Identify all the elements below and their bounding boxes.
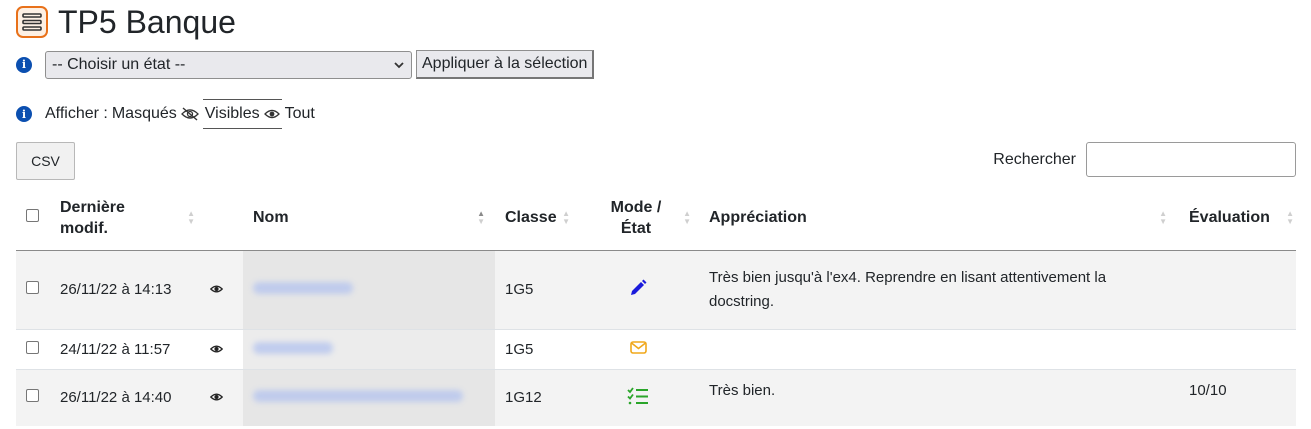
row-visibility-cell	[190, 328, 243, 369]
table-row[interactable]: 26/11/22 à 14:13 1G5 Très bien jusqu'à l…	[16, 249, 1296, 329]
row-date: 24/11/22 à 11:57	[50, 328, 190, 369]
eye-icon	[263, 109, 280, 119]
filter-masked-label: Masqués	[111, 105, 177, 122]
row-visibility-cell	[190, 249, 243, 329]
row-date: 26/11/22 à 14:40	[50, 368, 190, 426]
apply-selection-button[interactable]: Appliquer à la sélection	[416, 50, 595, 79]
eye-icon[interactable]	[209, 284, 224, 294]
sort-icon: ▲ ▼	[562, 208, 570, 226]
row-name[interactable]	[243, 328, 495, 369]
header-name[interactable]: Nom ▲ ▼	[243, 186, 495, 251]
page-title: TP5 Banque	[58, 4, 236, 40]
row-evaluation	[1179, 249, 1296, 329]
header-evaluation-label: Évaluation	[1189, 208, 1270, 226]
header-evaluation[interactable]: Évaluation ▲ ▼	[1179, 186, 1296, 251]
filter-visible-label: Visibles	[204, 105, 260, 122]
select-all-header	[16, 186, 50, 251]
sort-icon: ▲ ▼	[1286, 208, 1294, 226]
filter-all-label: Tout	[284, 105, 315, 122]
header-visibility	[190, 186, 243, 251]
state-select[interactable]: -- Choisir un état --	[45, 50, 412, 79]
filter-visible[interactable]: Visibles	[202, 99, 282, 129]
sort-asc-icon: ▲ ▼	[477, 208, 485, 226]
csv-export-button[interactable]: CSV	[16, 142, 75, 180]
filter-all[interactable]: Tout	[285, 105, 315, 123]
filter-masked[interactable]: Masqués	[112, 105, 199, 123]
header-last-modified-label: Dernière modif.	[60, 198, 125, 237]
eye-icon[interactable]	[209, 392, 224, 402]
pencil-icon[interactable]	[629, 279, 647, 297]
row-checkbox[interactable]	[26, 281, 39, 294]
visibility-filter: i Afficher : Masqués Visibles Tout	[16, 99, 315, 129]
blurred-name	[253, 390, 463, 403]
blurred-name	[253, 341, 333, 354]
row-appreciation: Très bien jusqu'à l'ex4. Reprendre en li…	[699, 249, 1179, 329]
filter-label: Afficher :	[45, 105, 108, 122]
header-name-label: Nom	[253, 208, 289, 226]
sort-icon: ▲ ▼	[683, 208, 691, 226]
select-all-checkbox[interactable]	[26, 208, 39, 222]
header-last-modified[interactable]: Dernière modif. ▲ ▼	[50, 186, 195, 251]
search-label: Rechercher	[993, 150, 1076, 168]
row-appreciation-line-2: docstring.	[709, 292, 775, 310]
row-mode-cell	[577, 368, 699, 426]
row-checkbox-cell	[16, 328, 50, 369]
envelope-icon[interactable]	[629, 340, 647, 354]
row-name[interactable]	[243, 249, 495, 329]
row-checkbox-cell	[16, 249, 50, 329]
row-appreciation	[699, 328, 1179, 369]
sort-icon: ▲ ▼	[1159, 208, 1167, 226]
eye-slash-icon	[180, 107, 199, 121]
row-appreciation-line-1: Très bien jusqu'à l'ex4. Reprendre en li…	[709, 268, 1107, 286]
row-visibility-cell	[190, 368, 243, 426]
row-mode-cell	[577, 249, 699, 329]
blurred-name	[253, 282, 353, 294]
row-checkbox[interactable]	[26, 340, 39, 354]
checklist-icon[interactable]	[627, 387, 649, 405]
table-row[interactable]: 26/11/22 à 14:40 1G12 Très bien. 10/10	[16, 368, 1296, 426]
row-class: 1G12	[495, 368, 577, 426]
row-evaluation: 10/10	[1179, 368, 1296, 426]
row-appreciation: Très bien.	[699, 368, 1179, 426]
header-mode-state[interactable]: Mode / État ▲ ▼	[577, 186, 699, 251]
row-class: 1G5	[495, 249, 577, 329]
row-date: 26/11/22 à 14:13	[50, 249, 190, 329]
header-appreciation-label: Appréciation	[709, 208, 807, 226]
state-select-value: -- Choisir un état --	[52, 55, 186, 73]
table-row[interactable]: 24/11/22 à 11:57 1G5	[16, 328, 1296, 369]
row-mode-cell	[577, 328, 699, 369]
row-checkbox[interactable]	[26, 389, 39, 403]
row-evaluation	[1179, 328, 1296, 369]
search-box: Rechercher	[993, 142, 1296, 177]
info-icon[interactable]: i	[16, 56, 32, 73]
header-class[interactable]: Classe ▲ ▼	[495, 186, 577, 251]
list-icon	[16, 6, 48, 38]
header-class-label: Classe	[505, 208, 557, 226]
row-checkbox-cell	[16, 368, 50, 426]
bulk-action-bar: i -- Choisir un état -- Appliquer à la s…	[16, 50, 595, 79]
results-table: Dernière modif. ▲ ▼ Nom ▲ ▼ Classe ▲ ▼ Mode…	[16, 186, 1296, 426]
chevron-down-icon	[394, 61, 404, 68]
info-icon[interactable]: i	[16, 106, 32, 122]
row-name[interactable]	[243, 368, 495, 426]
search-input[interactable]	[1086, 142, 1296, 177]
header-mode-state-label: Mode / État	[610, 198, 662, 237]
table-header-row: Dernière modif. ▲ ▼ Nom ▲ ▼ Classe ▲ ▼ Mode…	[16, 186, 1296, 251]
header-appreciation[interactable]: Appréciation ▲ ▼	[699, 186, 1179, 251]
page-header: TP5 Banque	[16, 4, 236, 40]
row-class: 1G5	[495, 328, 577, 369]
eye-icon[interactable]	[209, 344, 224, 354]
